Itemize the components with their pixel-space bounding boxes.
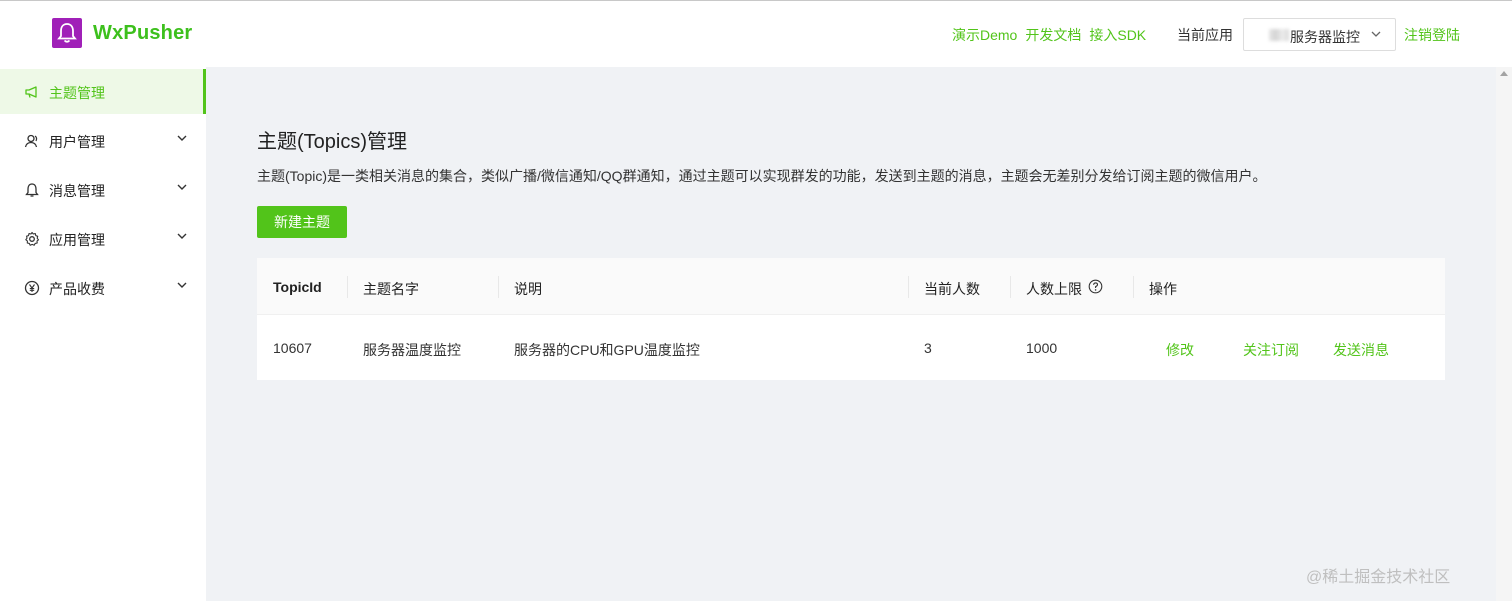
user-icon [24, 134, 38, 148]
yen-icon [24, 280, 40, 296]
chevron-down-icon [177, 282, 187, 288]
cell-topic-desc: 服务器的CPU和GPU温度监控 [514, 342, 700, 358]
page-scrollbar[interactable] [1496, 67, 1512, 601]
sidebar-item-label: 产品收费 [49, 281, 105, 297]
sidebar-item-topics[interactable]: 主题管理 [0, 69, 206, 114]
column-header-actions: 操作 [1149, 281, 1177, 297]
table-header: TopicId 主题名字 说明 当前人数 人数上限 操作 [257, 258, 1445, 315]
sidebar-item-billing[interactable]: 产品收费 [0, 265, 206, 310]
sidebar-item-users[interactable]: 用户管理 [0, 118, 206, 163]
sidebar-item-label: 消息管理 [49, 183, 105, 199]
blurred-app-icon [1269, 29, 1289, 41]
bell-icon [25, 183, 39, 197]
page-title: 主题(Topics)管理 [257, 131, 408, 153]
gear-icon [25, 231, 40, 246]
bell-logo-icon [52, 18, 82, 48]
new-topic-button[interactable]: 新建主题 [257, 206, 347, 238]
column-header-topicid: TopicId [273, 279, 322, 295]
app-select-value: 服务器监控 [1290, 29, 1360, 45]
chevron-down-icon [177, 184, 187, 190]
column-divider [908, 276, 909, 298]
question-circle-icon[interactable] [1088, 279, 1103, 294]
watermark: @稀土掘金技术社区 [1306, 569, 1451, 586]
column-header-count: 当前人数 [924, 281, 980, 297]
chevron-down-icon [177, 233, 187, 239]
page-description: 主题(Topic)是一类相关消息的集合，类似广播/微信通知/QQ群通知，通过主题… [257, 168, 1267, 184]
column-divider [347, 276, 348, 298]
column-divider [498, 276, 499, 298]
subscribe-link[interactable]: 关注订阅 [1243, 340, 1299, 360]
edit-link[interactable]: 修改 [1166, 340, 1194, 360]
top-nav: 演示Demo 开发文档 接入SDK [952, 25, 1146, 45]
cell-topic-name: 服务器温度监控 [363, 342, 461, 358]
nav-demo-link[interactable]: 演示Demo [952, 25, 1017, 45]
sidebar-item-apps[interactable]: 应用管理 [0, 216, 206, 261]
cell-limit: 1000 [1026, 340, 1058, 356]
column-header-limit: 人数上限 [1026, 281, 1082, 297]
send-message-link[interactable]: 发送消息 [1333, 340, 1389, 360]
column-header-name: 主题名字 [363, 281, 419, 297]
top-header: WxPusher 演示Demo 开发文档 接入SDK 当前应用 服务器监控 注销… [0, 1, 1512, 67]
column-divider [1010, 276, 1011, 298]
app-select[interactable]: 服务器监控 [1243, 18, 1396, 51]
cell-count: 3 [924, 340, 932, 356]
sidebar-item-label: 主题管理 [49, 85, 105, 101]
chevron-down-icon [177, 135, 187, 141]
cell-topic-id: 10607 [273, 340, 312, 356]
logout-link[interactable]: 注销登陆 [1404, 25, 1460, 45]
sidebar: 主题管理 用户管理 消息管理 应用管理 产品收费 [0, 67, 206, 601]
nav-docs-link[interactable]: 开发文档 [1025, 25, 1081, 45]
sidebar-item-label: 应用管理 [49, 232, 105, 248]
megaphone-icon [25, 86, 37, 98]
current-app-label: 当前应用 [1177, 27, 1233, 43]
sidebar-item-label: 用户管理 [49, 134, 105, 150]
content-area: 主题(Topics)管理 主题(Topic)是一类相关消息的集合，类似广播/微信… [206, 67, 1496, 601]
sidebar-item-messages[interactable]: 消息管理 [0, 167, 206, 212]
topics-table: TopicId 主题名字 说明 当前人数 人数上限 操作 10607 服务器温度… [257, 258, 1445, 380]
column-header-desc: 说明 [514, 281, 542, 297]
nav-sdk-link[interactable]: 接入SDK [1089, 25, 1146, 45]
chevron-down-icon [1371, 31, 1381, 37]
scroll-up-arrow-icon[interactable] [1500, 71, 1508, 76]
brand-name[interactable]: WxPusher [93, 22, 192, 45]
column-divider [1133, 276, 1134, 298]
